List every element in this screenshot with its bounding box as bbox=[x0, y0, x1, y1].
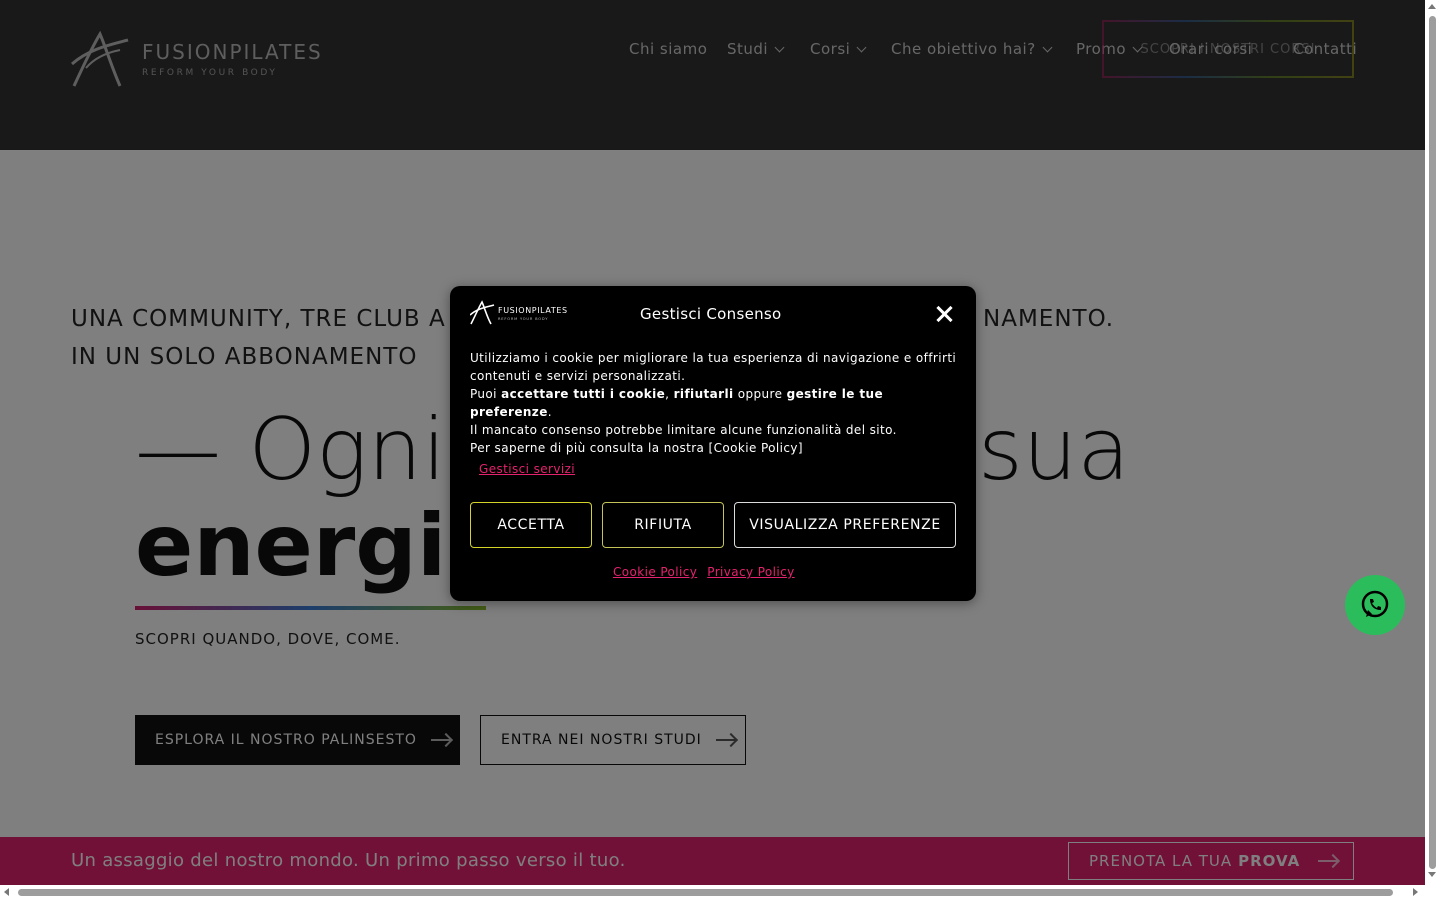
manage-services-link[interactable]: Gestisci servizi bbox=[479, 462, 575, 476]
whatsapp-button[interactable] bbox=[1345, 575, 1405, 635]
policy-links: Cookie Policy Privacy Policy bbox=[613, 565, 805, 579]
modal-logo: FUSIONPILATES REFORM YOUR BODY bbox=[469, 300, 570, 325]
consent-text-line4: Per saperne di più consulta la nostra [C… bbox=[470, 441, 803, 455]
whatsapp-icon bbox=[1361, 590, 1389, 618]
consent-text-line2: Puoi accettare tutti i cookie, rifiutarl… bbox=[470, 387, 883, 419]
vertical-scroll-thumb[interactable] bbox=[1429, 16, 1436, 869]
scroll-left-icon[interactable] bbox=[4, 888, 9, 896]
modal-logo-word: FUSIONPILATES bbox=[498, 306, 568, 315]
scroll-down-icon[interactable] bbox=[1428, 872, 1436, 877]
horizontal-scrollbar[interactable] bbox=[0, 885, 1440, 900]
vertical-scrollbar[interactable] bbox=[1425, 0, 1440, 885]
horizontal-scroll-thumb[interactable] bbox=[18, 889, 1393, 896]
modal-logo-tagline: REFORM YOUR BODY bbox=[498, 317, 548, 321]
view-preferences-button[interactable]: VISUALIZZA PREFERENZE bbox=[734, 502, 956, 548]
accept-button[interactable]: ACCETTA bbox=[470, 502, 592, 548]
consent-text-line3: Il mancato consenso potrebbe limitare al… bbox=[470, 423, 897, 437]
reject-button[interactable]: RIFIUTA bbox=[602, 502, 724, 548]
consent-text-line1: Utilizziamo i cookie per migliorare la t… bbox=[470, 351, 957, 383]
modal-title: Gestisci Consenso bbox=[640, 305, 782, 323]
close-icon[interactable] bbox=[934, 304, 954, 324]
cookie-policy-link[interactable]: Cookie Policy bbox=[613, 565, 697, 579]
scroll-right-icon[interactable] bbox=[1413, 888, 1418, 896]
cookie-consent-modal: FUSIONPILATES REFORM YOUR BODY Gestisci … bbox=[450, 286, 976, 601]
logo-mark-icon: FUSIONPILATES REFORM YOUR BODY bbox=[469, 300, 568, 325]
privacy-policy-link[interactable]: Privacy Policy bbox=[707, 565, 794, 579]
modal-body: Utilizziamo i cookie per migliorare la t… bbox=[470, 349, 960, 457]
scroll-up-icon[interactable] bbox=[1428, 4, 1436, 9]
